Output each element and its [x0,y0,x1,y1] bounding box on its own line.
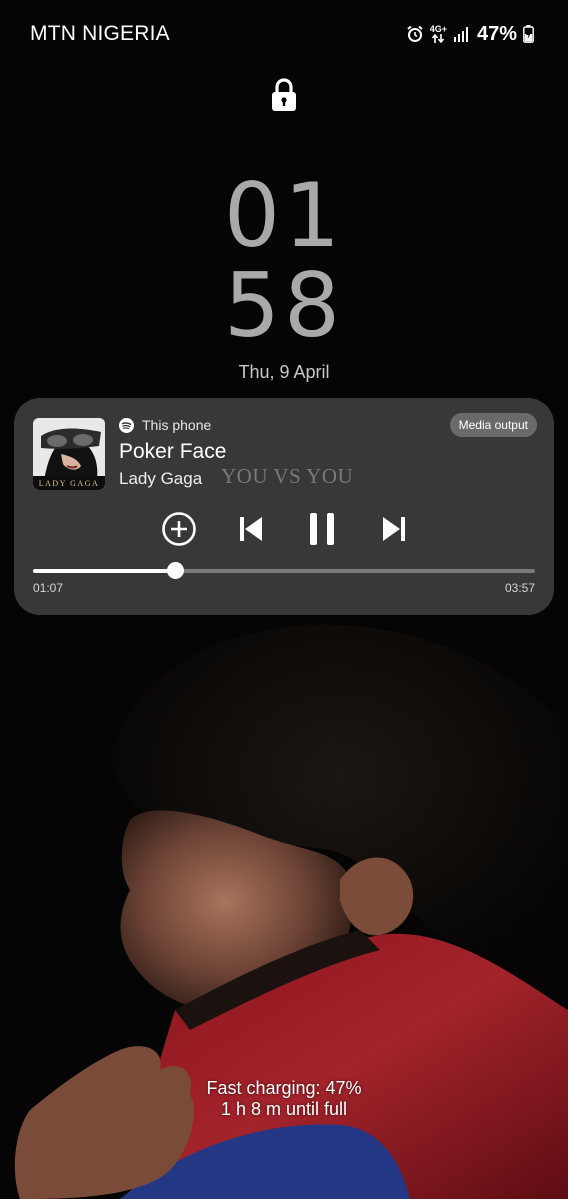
progress-knob[interactable] [167,562,185,579]
charging-line-1: Fast charging: 47% [206,1078,362,1098]
album-art-text: LADY GAGA [38,479,100,488]
status-bar: MTN NIGERIA 4G+ 47% [0,0,568,70]
progress-fill [33,569,176,573]
add-icon[interactable] [160,510,198,548]
media-output-button[interactable]: Media output [449,413,537,437]
media-source-label: This phone [142,417,212,433]
clock-hours: 01 [224,164,344,267]
progress-slider[interactable] [33,562,535,579]
alarm-icon [406,25,424,43]
date: Thu, 9 April [238,362,330,382]
battery-percent: 47% [476,22,517,45]
carrier-name: MTN NIGERIA [30,22,170,45]
track-title: Poker Face [119,440,227,463]
charging-status: Fast charging: 47% 1 h 8 m until full [0,1078,568,1120]
previous-icon[interactable] [232,510,270,548]
track-artist: Lady Gaga [119,469,203,488]
network-type-label: 4G+ [429,24,447,34]
media-source: This phone [119,417,211,433]
signal-icon [453,26,471,42]
clock-minutes: 58 [224,254,344,357]
spotify-icon [119,417,134,433]
album-art[interactable]: LADY GAGA [33,418,105,490]
network-icon: 4G+ [430,25,447,43]
battery-charging-icon [523,25,534,43]
status-icons: 4G+ 47% [406,20,534,48]
pause-icon[interactable] [303,510,341,548]
media-player-card[interactable]: LADY GAGA This phone Media output Poker … [14,398,554,615]
time-total: 03:57 [504,581,535,595]
lock-icon[interactable] [270,78,298,112]
next-icon[interactable] [375,510,413,548]
charging-line-2: 1 h 8 m until full [220,1099,348,1119]
watermark: YOU VS YOU [221,464,354,488]
time-elapsed: 01:07 [33,581,64,595]
